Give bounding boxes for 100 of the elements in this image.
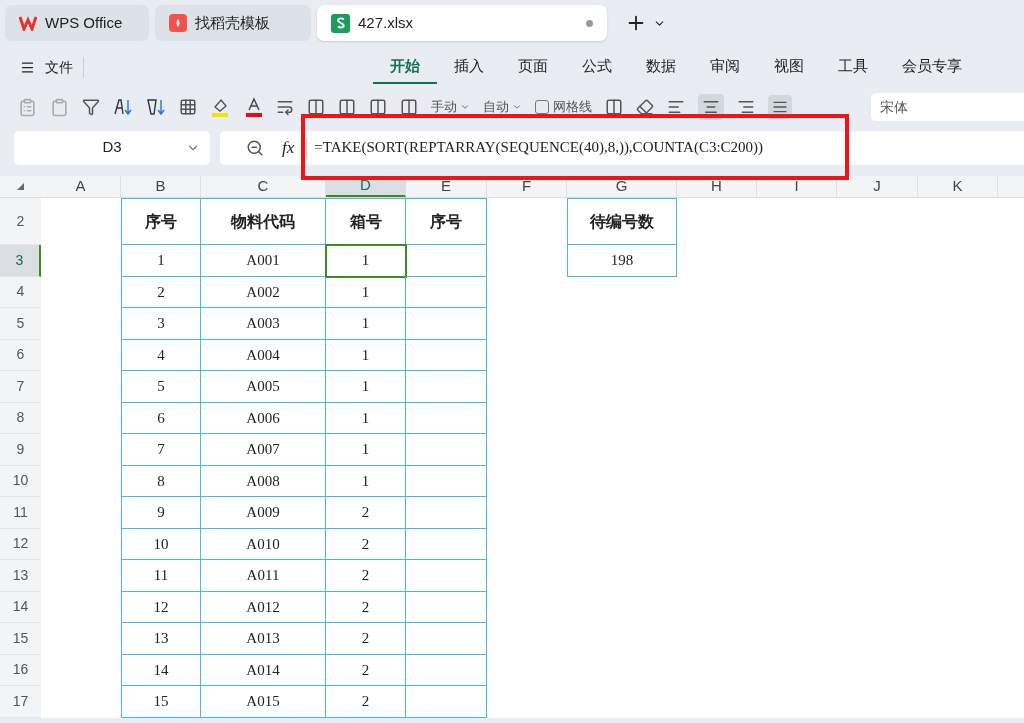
table-cell: 待编号数 <box>567 198 677 245</box>
ribbon-tab[interactable]: 页面 <box>501 50 565 84</box>
file-menu[interactable]: 文件 <box>20 56 84 78</box>
logo-icon <box>19 15 37 31</box>
ribbon-tab[interactable]: 插入 <box>437 50 501 84</box>
align-top-icon[interactable] <box>667 98 685 116</box>
row-header[interactable]: 17 <box>0 686 41 718</box>
row-header[interactable]: 4 <box>0 276 41 308</box>
table-cell: A002 <box>201 276 326 308</box>
table-cell: A007 <box>201 434 326 466</box>
row-header[interactable]: 6 <box>0 339 41 371</box>
ribbon-tab[interactable]: 数据 <box>629 50 693 84</box>
columns-icon[interactable] <box>400 98 418 116</box>
table-cell: A005 <box>201 371 326 403</box>
spreadsheet-icon <box>331 13 350 33</box>
table-cell: 198 <box>567 245 677 277</box>
table-cell: 2 <box>326 591 406 623</box>
sort-ascending-icon[interactable] <box>113 98 133 116</box>
column-header[interactable]: F <box>487 176 567 197</box>
row-header[interactable]: 12 <box>0 528 41 560</box>
table-cell: 14 <box>121 654 201 686</box>
table-cell: 11 <box>121 560 201 592</box>
filter-icon[interactable] <box>82 98 100 116</box>
menu-icon <box>20 59 35 75</box>
font-color-icon[interactable] <box>245 97 263 117</box>
column-header[interactable]: E <box>406 176 487 197</box>
table-cell: 15 <box>121 686 201 718</box>
ribbon-tab[interactable]: 会员专享 <box>885 50 979 84</box>
column-header[interactable]: B <box>121 176 201 197</box>
fx-label: fx <box>282 136 295 159</box>
columns-icon[interactable] <box>307 98 325 116</box>
name-box[interactable]: D3 <box>14 130 210 165</box>
browser-tab[interactable]: 427.xlsx <box>317 5 607 41</box>
table-cell: 序号 <box>406 198 487 245</box>
table-cell: 10 <box>121 528 201 560</box>
column-header[interactable]: A <box>41 176 121 197</box>
column-header[interactable]: G <box>567 176 677 197</box>
auto-dropdown[interactable]: 自动 <box>483 97 522 117</box>
table-cell: A009 <box>201 497 326 529</box>
table-cell: 物料代码 <box>201 198 326 245</box>
column-header[interactable]: H <box>677 176 757 197</box>
table-cell: 8 <box>121 465 201 497</box>
font-field[interactable]: 宋体 <box>871 93 1024 121</box>
column-header[interactable]: I <box>757 176 837 197</box>
table-cell: A010 <box>201 528 326 560</box>
table-cell: A011 <box>201 560 326 592</box>
table-cell: 1 <box>326 245 406 277</box>
ribbon-tab[interactable]: 公式 <box>565 50 629 84</box>
row-header[interactable]: 10 <box>0 465 41 497</box>
row-header[interactable]: 15 <box>0 623 41 655</box>
table-cell: 1 <box>326 371 406 403</box>
columns-icon[interactable] <box>369 98 387 116</box>
row-header[interactable]: 2 <box>0 198 41 245</box>
column-header[interactable]: J <box>837 176 918 197</box>
columns-icon[interactable] <box>338 98 356 116</box>
borders-icon[interactable] <box>179 98 197 116</box>
ribbon-tab[interactable]: 视图 <box>757 50 821 84</box>
align-bottom-icon[interactable] <box>737 98 755 116</box>
table-cell: 2 <box>326 528 406 560</box>
gridlines-checkbox[interactable]: 网格线 <box>535 97 592 117</box>
table-cell: 6 <box>121 402 201 434</box>
row-header[interactable]: 3 <box>0 245 41 277</box>
browser-tab[interactable]: 找稻壳模板 <box>155 5 311 41</box>
row-header[interactable]: 13 <box>0 560 41 592</box>
manual-dropdown[interactable]: 手动 <box>431 97 470 117</box>
merge-icon[interactable] <box>605 98 623 116</box>
table-cell: 1 <box>326 402 406 434</box>
row-header[interactable]: 7 <box>0 371 41 403</box>
table-cell: 1 <box>121 245 201 277</box>
formula-field[interactable]: fx =TAKE(SORT(REPTARRAY(SEQUENCE(40),8,)),COUNTA(C3:C200)) <box>220 130 1024 165</box>
table-cell: 2 <box>121 276 201 308</box>
sort-descending-icon[interactable] <box>146 98 166 116</box>
row-header[interactable]: 11 <box>0 497 41 529</box>
browser-tab[interactable]: WPS Office <box>5 5 149 41</box>
row-header[interactable]: 14 <box>0 591 41 623</box>
zoom-out-icon[interactable] <box>246 138 264 157</box>
table-cell: 1 <box>326 339 406 371</box>
row-header[interactable]: 8 <box>0 402 41 434</box>
table-cell: 7 <box>121 434 201 466</box>
clear-icon[interactable] <box>636 98 654 116</box>
table-cell: 2 <box>326 654 406 686</box>
ribbon-tab[interactable]: 工具 <box>821 50 885 84</box>
table-cell: A004 <box>201 339 326 371</box>
table-cell: 1 <box>326 434 406 466</box>
column-header[interactable]: K <box>918 176 998 197</box>
table-cell: 1 <box>326 465 406 497</box>
wrap-text-icon[interactable] <box>276 98 294 116</box>
ribbon-tab[interactable]: 开始 <box>373 50 437 84</box>
row-header[interactable]: 9 <box>0 434 41 466</box>
select-all-icon[interactable] <box>17 183 24 190</box>
row-header[interactable]: 16 <box>0 654 41 686</box>
table-cell: 1 <box>326 276 406 308</box>
ribbon-tab[interactable]: 审阅 <box>693 50 757 84</box>
table-cell: A015 <box>201 686 326 718</box>
table-cell: 箱号 <box>326 198 406 245</box>
caret-icon <box>512 102 522 112</box>
table-cell: A014 <box>201 654 326 686</box>
table-cell: 1 <box>326 308 406 340</box>
table-cell: A001 <box>201 245 326 277</box>
row-header[interactable]: 5 <box>0 308 41 340</box>
